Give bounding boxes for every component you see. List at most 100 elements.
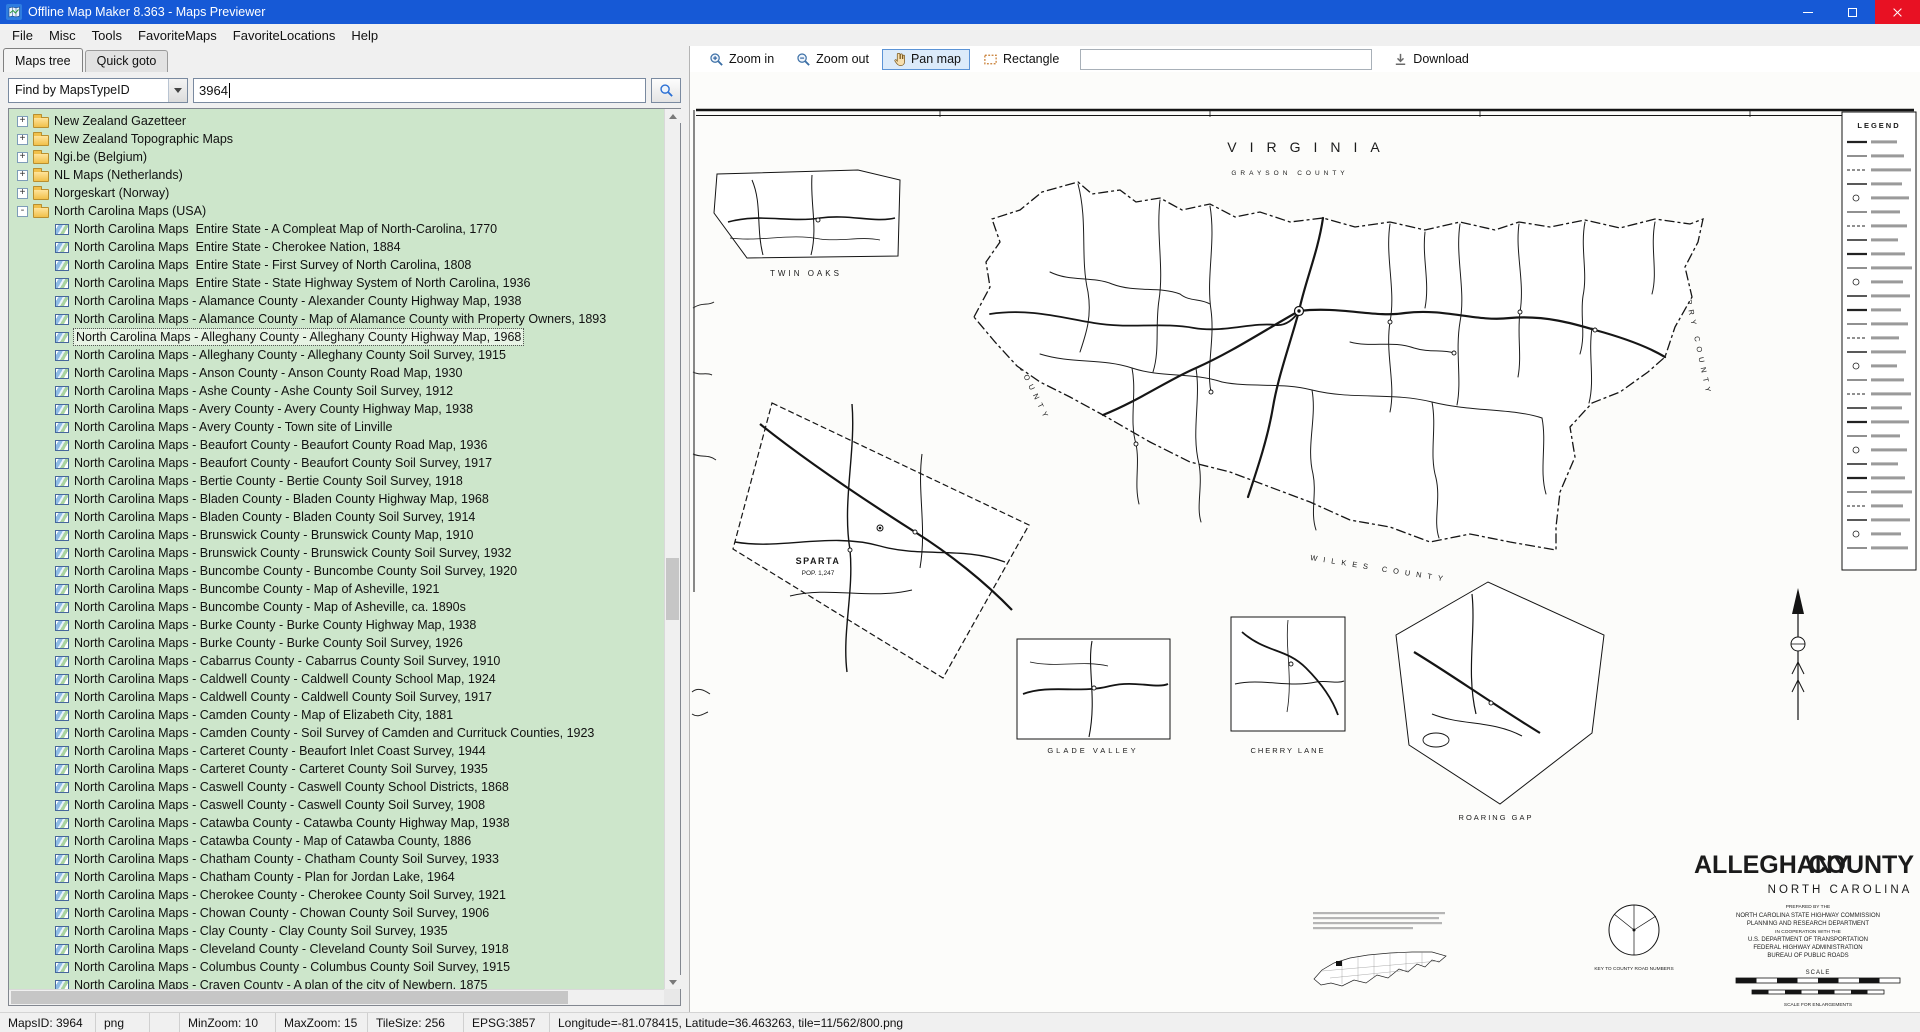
tree-map-item[interactable]: North Carolina Maps - Beaufort County - … [11,454,664,472]
minimize-button[interactable] [1785,0,1830,24]
map-preview[interactable]: VIRGINIA GRAYSON COUNTY ASHE COUNTY WILK… [690,72,1920,1012]
close-button[interactable] [1875,0,1920,24]
horizontal-scroll-thumb[interactable] [11,991,568,1004]
map-thumbnail-icon [55,800,69,811]
tree-root-item[interactable]: + New Zealand Gazetteer [11,112,664,130]
zoom-out-button[interactable]: Zoom out [787,49,878,70]
menu-favoritelocations[interactable]: FavoriteLocations [225,26,344,45]
tree-map-item[interactable]: North Carolina Maps - Burke County - Bur… [11,634,664,652]
expand-icon[interactable]: + [17,170,28,181]
tree-item-label[interactable]: North Carolina Maps (USA) [54,203,206,219]
tree-map-item[interactable]: North Carolina Maps - Carteret County - … [11,742,664,760]
scroll-down-icon[interactable] [665,975,681,989]
map-preview-area[interactable]: VIRGINIA GRAYSON COUNTY ASHE COUNTY WILK… [690,72,1920,1012]
expand-icon[interactable]: + [17,116,28,127]
tree-map-item[interactable]: North Carolina Maps - Camden County - Ma… [11,706,664,724]
tree-root-item[interactable]: + NL Maps (Netherlands) [11,166,664,184]
tree-map-item[interactable]: North Carolina Maps - Alleghany County -… [11,346,664,364]
download-button[interactable]: Download [1384,49,1478,70]
menu-misc[interactable]: Misc [41,26,84,45]
find-by-dropdown[interactable]: Find by MapsTypeID [8,78,188,103]
horizontal-scrollbar[interactable] [9,989,664,1005]
vertical-scroll-thumb[interactable] [666,558,679,620]
search-button[interactable] [651,78,681,103]
tree-map-item[interactable]: North Carolina Maps - Beaufort County - … [11,436,664,454]
tree-map-item[interactable]: North Carolina Maps - Buncombe County - … [11,598,664,616]
tree-map-item[interactable]: North Carolina Maps - Caldwell County - … [11,670,664,688]
tree-map-item[interactable]: North Carolina Maps - Burke County - Bur… [11,616,664,634]
inset-label-sparta-pop: POP. 1,247 [802,570,835,577]
tree-map-item[interactable]: North Carolina Maps Entire State - A Com… [11,220,664,238]
tree-map-item[interactable]: North Carolina Maps - Cabarrus County - … [11,652,664,670]
chevron-down-icon[interactable] [168,79,187,102]
expand-icon[interactable]: + [17,134,28,145]
search-input[interactable]: 3964 [193,78,646,103]
tree-map-item[interactable]: North Carolina Maps - Anson County - Ans… [11,364,664,382]
tree-map-item[interactable]: North Carolina Maps - Camden County - So… [11,724,664,742]
menu-file[interactable]: File [4,26,41,45]
tree-map-item[interactable]: North Carolina Maps - Buncombe County - … [11,580,664,598]
tree-map-item[interactable]: North Carolina Maps - Catawba County - M… [11,832,664,850]
expand-icon[interactable]: + [17,188,28,199]
tree-map-item[interactable]: North Carolina Maps - Columbus County - … [11,958,664,976]
zoom-out-icon [796,52,811,67]
tree-map-item[interactable]: North Carolina Maps - Catawba County - C… [11,814,664,832]
tree-map-item[interactable]: North Carolina Maps - Alamance County - … [11,310,664,328]
tree-root-item[interactable]: - North Carolina Maps (USA) [11,202,664,220]
tree-map-item[interactable]: North Carolina Maps - Cleveland County -… [11,940,664,958]
tree-item-label[interactable]: Norgeskart (Norway) [54,185,169,201]
collapse-icon[interactable]: - [17,206,28,217]
tree-item-label[interactable]: New Zealand Gazetteer [54,113,186,129]
status-format: png [96,1013,150,1032]
tree-root-item[interactable]: + Ngi.be (Belgium) [11,148,664,166]
tree-map-item[interactable]: North Carolina Maps Entire State - Chero… [11,238,664,256]
tree-map-item[interactable]: North Carolina Maps - Carteret County - … [11,760,664,778]
tree-map-item[interactable]: North Carolina Maps - Avery County - Tow… [11,418,664,436]
pan-map-button[interactable]: Pan map [882,49,970,70]
tab-maps-tree[interactable]: Maps tree [3,48,83,72]
scroll-up-icon[interactable] [665,109,681,123]
tree-map-item[interactable]: North Carolina Maps - Alleghany County -… [11,328,664,346]
tree-item-label: North Carolina Maps - Columbus County - … [74,959,510,975]
zoom-in-button[interactable]: Zoom in [700,49,783,70]
tree-map-item[interactable]: North Carolina Maps - Alamance County - … [11,292,664,310]
title-bar[interactable]: Offline Map Maker 8.363 - Maps Previewer [0,0,1920,24]
rectangle-button[interactable]: Rectangle [974,49,1068,70]
tree-root-item[interactable]: + Norgeskart (Norway) [11,184,664,202]
tree-map-item[interactable]: North Carolina Maps - Caswell County - C… [11,796,664,814]
tree-map-item[interactable]: North Carolina Maps - Cherokee County - … [11,886,664,904]
tree-map-item[interactable]: North Carolina Maps - Bladen County - Bl… [11,490,664,508]
menu-help[interactable]: Help [343,26,386,45]
menu-favoritemaps[interactable]: FavoriteMaps [130,26,225,45]
tree-map-item[interactable]: North Carolina Maps - Brunswick County -… [11,526,664,544]
tree-root-item[interactable]: + New Zealand Topographic Maps [11,130,664,148]
tree-map-item[interactable]: North Carolina Maps - Ashe County - Ashe… [11,382,664,400]
tree-map-item[interactable]: North Carolina Maps - Chowan County - Ch… [11,904,664,922]
tree-item-label[interactable]: Ngi.be (Belgium) [54,149,147,165]
tree-map-item[interactable]: North Carolina Maps - Caldwell County - … [11,688,664,706]
tree-map-item[interactable]: North Carolina Maps - Chatham County - C… [11,850,664,868]
tree-map-item[interactable]: North Carolina Maps Entire State - State… [11,274,664,292]
tree-map-item[interactable]: North Carolina Maps - Buncombe County - … [11,562,664,580]
menu-tools[interactable]: Tools [84,26,130,45]
tree-map-item[interactable]: North Carolina Maps - Bertie County - Be… [11,472,664,490]
expand-icon[interactable]: + [17,152,28,163]
vertical-scrollbar[interactable] [664,109,680,989]
tree-map-item[interactable]: North Carolina Maps Entire State - First… [11,256,664,274]
tree-item-label[interactable]: New Zealand Topographic Maps [54,131,233,147]
tree-item-label[interactable]: NL Maps (Netherlands) [54,167,183,183]
tree-item-label: North Carolina Maps - Alamance County - … [74,311,606,327]
maximize-button[interactable] [1830,0,1875,24]
minimize-icon [1803,12,1813,13]
tree-map-item[interactable]: North Carolina Maps - Bladen County - Bl… [11,508,664,526]
tree-map-item[interactable]: North Carolina Maps - Caswell County - C… [11,778,664,796]
tab-quick-goto[interactable]: Quick goto [85,50,169,72]
tree-map-item[interactable]: North Carolina Maps - Brunswick County -… [11,544,664,562]
tree-map-item[interactable]: North Carolina Maps - Chatham County - P… [11,868,664,886]
tree-map-item[interactable]: North Carolina Maps - Clay County - Clay… [11,922,664,940]
tree-map-item[interactable]: North Carolina Maps - Avery County - Ave… [11,400,664,418]
toolbar-text-input[interactable] [1080,49,1372,70]
map-subtitle: NORTH CAROLINA [1768,884,1913,896]
tree-map-item[interactable]: North Carolina Maps - Craven County - A … [11,976,664,989]
maps-tree[interactable]: + New Zealand Gazetteer + New Zealand Topog… [9,109,664,989]
